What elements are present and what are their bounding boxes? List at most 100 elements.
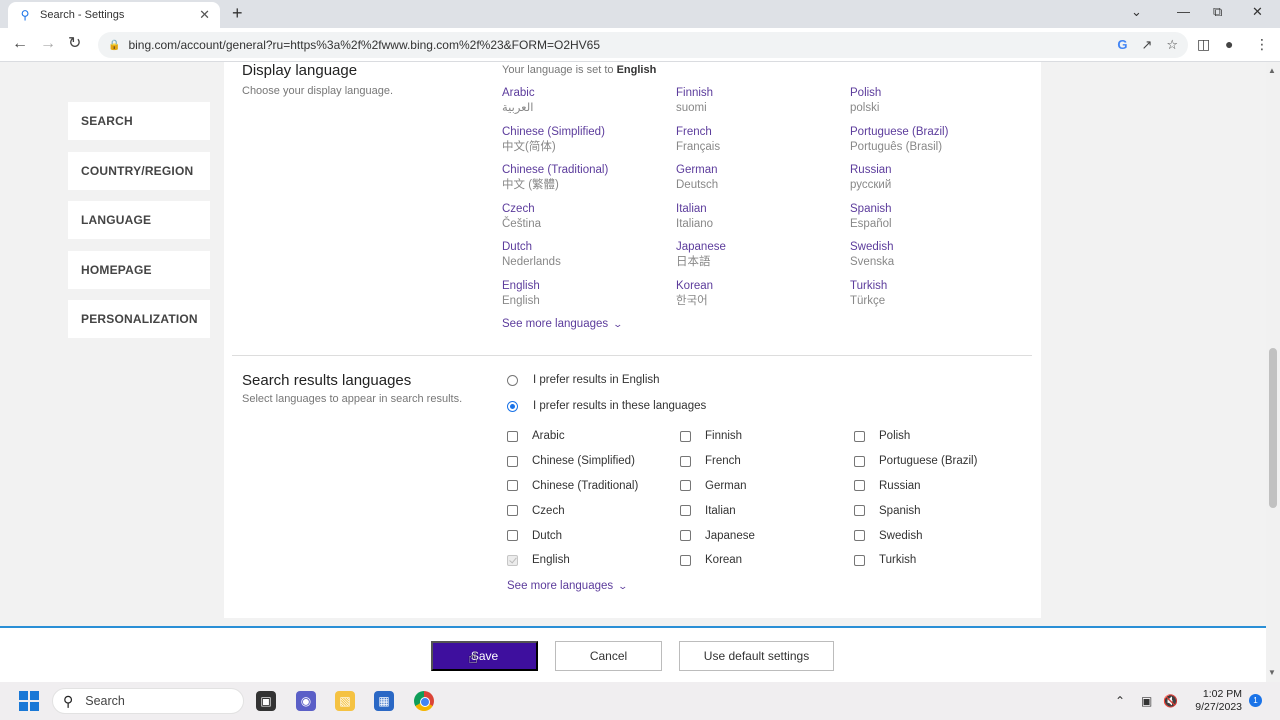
language-name[interactable]: Japanese	[676, 240, 726, 255]
language-checkbox-row[interactable]: Korean	[680, 548, 755, 573]
minimize-icon[interactable]: —	[1177, 4, 1190, 19]
checkbox-label[interactable]: French	[705, 455, 741, 467]
sidebar-item-search[interactable]: SEARCH	[68, 102, 210, 140]
language-checkbox-row[interactable]: Japanese	[680, 523, 755, 548]
language-checkbox-row[interactable]: Arabic	[507, 424, 638, 449]
display-language-option[interactable]: Korean 한국어	[676, 279, 726, 318]
language-name[interactable]: German	[676, 163, 726, 178]
checkbox-label[interactable]: Polish	[879, 430, 910, 442]
language-checkbox-row[interactable]: Czech	[507, 498, 638, 523]
display-language-option[interactable]: German Deutsch	[676, 163, 726, 202]
language-name[interactable]: Arabic	[502, 86, 608, 101]
radio-button[interactable]	[507, 374, 518, 386]
bookmark-star-icon[interactable]: ☆	[1166, 37, 1178, 53]
sidebar-item-personalization[interactable]: PERSONALIZATION	[68, 300, 210, 338]
display-language-option[interactable]: French Français	[676, 125, 726, 164]
display-language-option[interactable]: Polish polski	[850, 86, 948, 125]
forward-icon[interactable]: →	[40, 35, 56, 53]
display-language-option[interactable]: Japanese 日本語	[676, 240, 726, 279]
checkbox-label[interactable]: German	[705, 480, 747, 492]
display-language-option[interactable]: Arabic العربية	[502, 86, 608, 125]
address-bar[interactable]: 🔒 bing.com/account/general?ru=https%3a%2…	[98, 32, 1188, 58]
language-name[interactable]: Italian	[676, 202, 726, 217]
display-language-option[interactable]: Spanish Español	[850, 202, 948, 241]
display-language-option[interactable]: Portuguese (Brazil) Português (Brasil)	[850, 125, 948, 164]
network-icon[interactable]: ▣	[1141, 694, 1152, 708]
checkbox-label[interactable]: Czech	[532, 505, 565, 517]
chrome-taskbar-icon[interactable]	[414, 691, 434, 711]
tab-search-chevron-icon[interactable]: ⌄	[1131, 4, 1142, 20]
language-name[interactable]: Chinese (Traditional)	[502, 163, 608, 178]
radio-label[interactable]: I prefer results in English	[533, 374, 660, 386]
share-icon[interactable]: ↗	[1141, 37, 1152, 53]
language-name[interactable]: Portuguese (Brazil)	[850, 125, 948, 140]
checkbox-label[interactable]: Chinese (Simplified)	[532, 455, 635, 467]
language-checkbox-row[interactable]: Dutch	[507, 523, 638, 548]
restore-icon[interactable]: ⧉	[1213, 4, 1222, 20]
sidebar-item-homepage[interactable]: HOMEPAGE	[68, 250, 210, 289]
checkbox-label[interactable]: Dutch	[532, 530, 562, 542]
sidebar-item-language[interactable]: LANGUAGE	[68, 201, 210, 239]
display-language-option[interactable]: Turkish Türkçe	[850, 279, 948, 318]
language-checkbox-row[interactable]: Finnish	[680, 424, 755, 449]
checkbox[interactable]	[507, 505, 518, 517]
language-checkbox-row[interactable]: Chinese (Traditional)	[507, 474, 638, 499]
menu-dots-icon[interactable]: ⋮	[1255, 36, 1269, 53]
checkbox[interactable]	[680, 430, 691, 442]
language-name[interactable]: Czech	[502, 202, 608, 217]
checkbox-label[interactable]: Arabic	[532, 430, 565, 442]
language-name[interactable]: English	[502, 279, 608, 294]
see-more-label[interactable]: See more languages	[502, 318, 608, 330]
back-icon[interactable]: ←	[12, 35, 28, 53]
checkbox[interactable]	[680, 554, 691, 566]
language-name[interactable]: Russian	[850, 163, 948, 178]
checkbox[interactable]	[854, 480, 865, 492]
display-language-option[interactable]: Finnish suomi	[676, 86, 726, 125]
language-checkbox-row[interactable]: Russian	[854, 474, 977, 499]
display-language-option[interactable]: Russian русский	[850, 163, 948, 202]
checkbox[interactable]	[854, 505, 865, 517]
close-window-icon[interactable]: ✕	[1252, 4, 1263, 20]
windows-start-icon[interactable]	[19, 691, 39, 711]
language-checkbox-row[interactable]: Chinese (Simplified)	[507, 449, 638, 474]
checkbox-label[interactable]: Turkish	[879, 554, 916, 566]
reload-icon[interactable]: ↻	[68, 35, 81, 53]
display-language-option[interactable]: Chinese (Simplified) 中文(简体)	[502, 125, 608, 164]
radio-button-selected[interactable]	[507, 400, 518, 412]
display-language-option[interactable]: Swedish Svenska	[850, 240, 948, 279]
system-clock[interactable]: 1:02 PM 9/27/2023	[1187, 688, 1242, 714]
sidebar-item-country-region[interactable]: COUNTRY/REGION	[68, 151, 210, 190]
checkbox[interactable]	[854, 554, 865, 566]
checkbox-label[interactable]: Chinese (Traditional)	[532, 480, 638, 492]
radio-label[interactable]: I prefer results in these languages	[533, 400, 706, 412]
radio-prefer-these-languages[interactable]: I prefer results in these languages	[507, 400, 706, 412]
show-hidden-icons-chevron-icon[interactable]: ⌃	[1115, 694, 1125, 708]
language-name[interactable]: French	[676, 125, 726, 140]
scroll-up-arrow-icon[interactable]: ▲	[1268, 66, 1276, 75]
language-checkbox-row[interactable]: Polish	[854, 424, 977, 449]
checkbox[interactable]	[680, 530, 691, 542]
cancel-button[interactable]: Cancel	[555, 641, 662, 671]
checkbox-label[interactable]: Russian	[879, 480, 921, 492]
display-language-option[interactable]: Czech Čeština	[502, 202, 608, 241]
language-name[interactable]: Spanish	[850, 202, 948, 217]
language-checkbox-row[interactable]: French	[680, 449, 755, 474]
file-explorer-icon[interactable]: ▧	[335, 691, 355, 711]
chevron-down-icon[interactable]: ⌄	[613, 319, 624, 330]
checkbox-label[interactable]: Spanish	[879, 505, 921, 517]
display-see-more-languages-link[interactable]: See more languages ⌄	[502, 318, 624, 330]
checkbox[interactable]	[854, 455, 865, 467]
checkbox-label[interactable]: Swedish	[879, 530, 922, 542]
task-view-icon[interactable]: ▣	[256, 691, 276, 711]
language-checkbox-row[interactable]: Portuguese (Brazil)	[854, 449, 977, 474]
checkbox[interactable]	[507, 430, 518, 442]
display-language-option[interactable]: Italian Italiano	[676, 202, 726, 241]
language-name[interactable]: Swedish	[850, 240, 948, 255]
checkbox[interactable]	[507, 480, 518, 492]
browser-tab[interactable]: ⚲ Search - Settings ✕	[8, 2, 220, 28]
checkbox-label[interactable]: Korean	[705, 554, 742, 566]
checkbox-label[interactable]: Japanese	[705, 530, 755, 542]
checkbox[interactable]	[507, 530, 518, 542]
checkbox-label[interactable]: Finnish	[705, 430, 742, 442]
language-name[interactable]: Korean	[676, 279, 726, 294]
